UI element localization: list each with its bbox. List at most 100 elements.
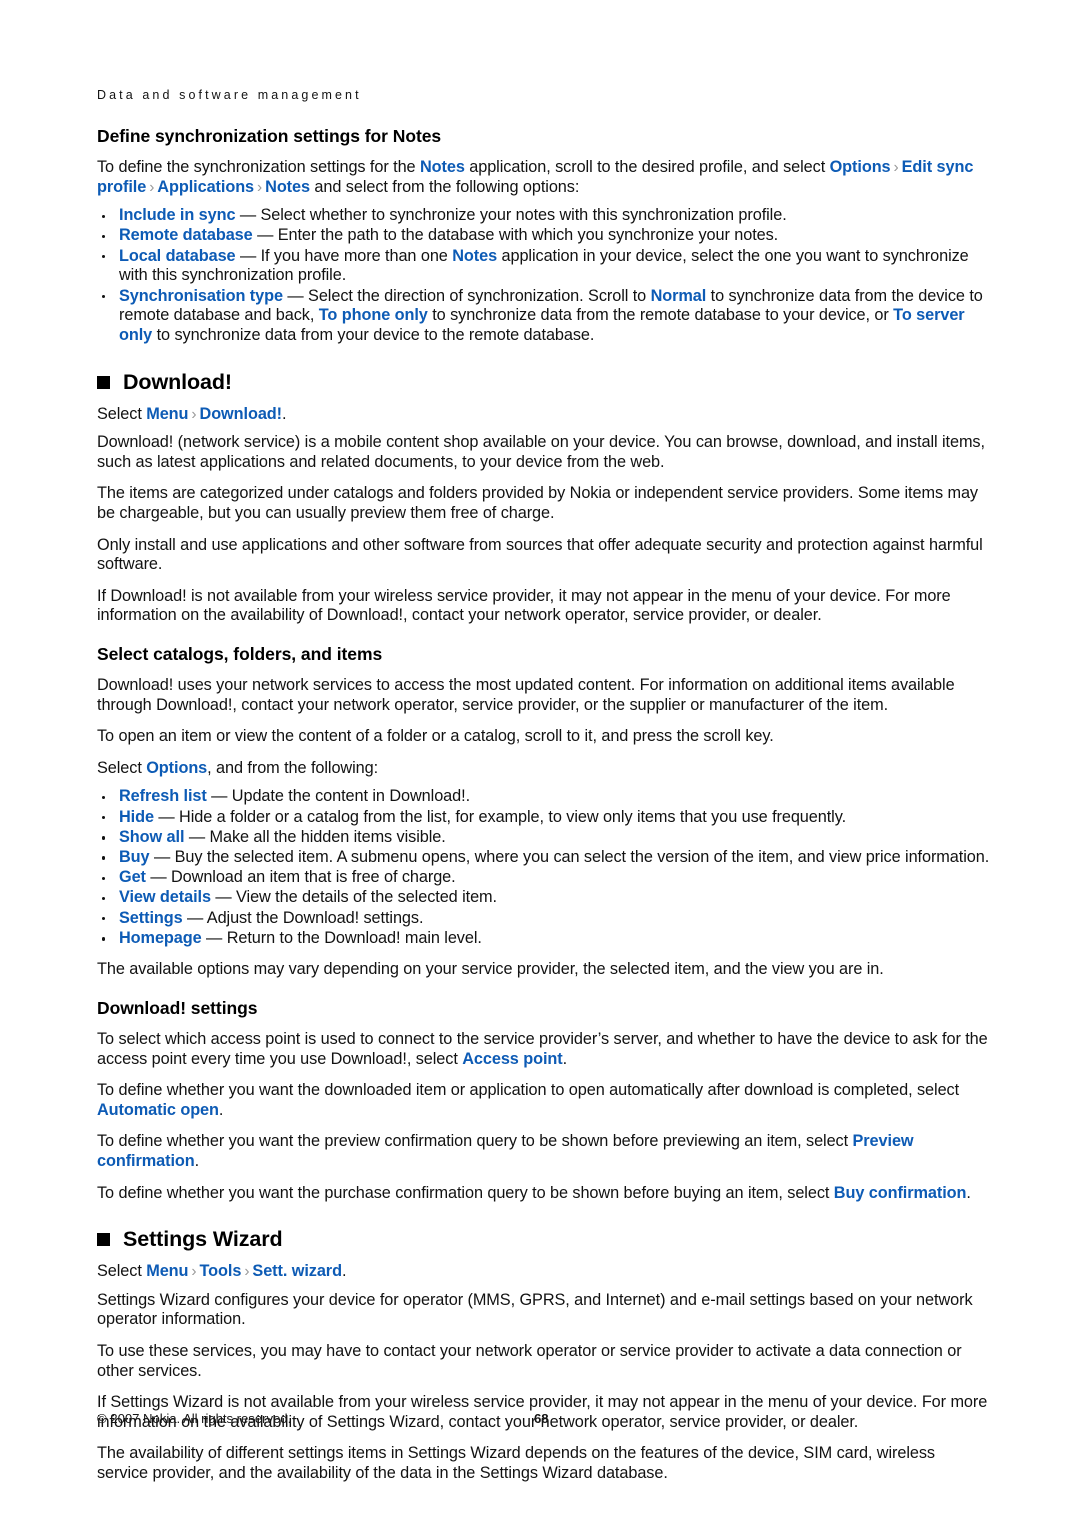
ui-term-settings: Settings: [119, 908, 183, 927]
chevron-right-icon: ›: [244, 1263, 250, 1281]
ui-term-access-point: Access point: [462, 1049, 563, 1068]
text-fragment: To define the synchronization settings f…: [97, 158, 420, 176]
copyright-notice: © 2007 Nokia. All rights reserved.: [97, 1411, 292, 1426]
paragraph-download-1: Download! (network service) is a mobile …: [97, 433, 985, 471]
ui-term-buy: Buy: [119, 847, 150, 866]
ui-term-homepage: Homepage: [119, 928, 202, 947]
list-item: Settings — Adjust the Download! settings…: [97, 909, 990, 929]
text-fragment: — Select whether to synchronize your not…: [235, 206, 787, 225]
square-bullet-icon: [97, 1233, 110, 1247]
list-item: Local database — If you have more than o…: [97, 247, 990, 286]
ui-term-options: Options: [829, 158, 891, 176]
ui-term-menu-2: Menu: [146, 1262, 189, 1281]
list-item: Hide — Hide a folder or a catalog from t…: [97, 808, 990, 828]
paragraph-download-4: If Download! is not available from your …: [97, 586, 951, 625]
paragraph-settings-wizard-1: Settings Wizard configures your device f…: [97, 1290, 973, 1329]
paragraph-preview-confirmation: To define whether you want the preview c…: [97, 1132, 990, 1171]
text-fragment: — Buy the selected item. A submenu opens…: [149, 847, 990, 866]
list-item: Refresh list — Update the content in Dow…: [97, 787, 990, 807]
paragraph-sync-intro: To define the synchronization settings f…: [97, 158, 990, 197]
text-fragment: Select: [97, 758, 147, 777]
text-fragment: — Select the direction of synchronizatio…: [282, 286, 651, 305]
square-bullet-icon: [97, 375, 110, 389]
text-fragment: .: [218, 1100, 224, 1119]
list-item: Show all — Make all the hidden items vis…: [97, 828, 990, 848]
ui-term-remote-database: Remote database: [119, 226, 253, 245]
heading-download: Download!: [97, 370, 990, 395]
text-fragment: To define whether you want the purchase …: [97, 1183, 834, 1202]
list-item: Synchronisation type — Select the direct…: [97, 287, 990, 346]
ui-term-get: Get: [119, 868, 146, 887]
text-fragment: , and from the following:: [207, 758, 379, 777]
heading-settings-wizard-label: Settings Wizard: [123, 1227, 283, 1252]
ui-term-options-2: Options: [146, 758, 208, 777]
ui-term-show-all: Show all: [119, 827, 185, 846]
ui-term-menu: Menu: [146, 404, 189, 423]
heading-define-sync-settings-notes: Define synchronization settings for Note…: [97, 126, 442, 146]
ui-term-include-in-sync: Include in sync: [119, 206, 236, 225]
running-header: Data and software management: [97, 88, 362, 102]
list-item: View details — View the details of the s…: [97, 888, 990, 908]
paragraph-download-select-path: Select Menu › Download!.: [97, 405, 990, 425]
document-page: Data and software management Define sync…: [0, 0, 1080, 1527]
heading-download-settings: Download! settings: [97, 998, 258, 1019]
text-fragment: — Adjust the Download! settings.: [182, 908, 424, 927]
ui-term-applications: Applications: [157, 177, 255, 196]
paragraph-download-3: Only install and use applications and ot…: [97, 535, 983, 574]
text-fragment: Select: [97, 1262, 147, 1281]
list-sync-options: Include in sync — Select whether to sync…: [97, 206, 990, 345]
page-number: 68: [534, 1411, 549, 1426]
text-fragment: — Hide a folder or a catalog from the li…: [153, 807, 847, 826]
ui-term-to-phone-only: To phone only: [318, 306, 428, 325]
ui-term-download: Download!: [199, 404, 283, 423]
ui-term-normal: Normal: [650, 286, 707, 305]
text-fragment: and select from the following options:: [309, 177, 580, 196]
list-item: Buy — Buy the selected item. A submenu o…: [97, 848, 990, 868]
ui-term-notes-3: Notes: [452, 246, 498, 265]
text-fragment: To define whether you want the preview c…: [97, 1132, 853, 1151]
ui-term-notes: Notes: [419, 158, 465, 176]
heading-settings-wizard: Settings Wizard: [97, 1227, 990, 1252]
list-item: Get — Download an item that is free of c…: [97, 868, 990, 888]
ui-term-local-database: Local database: [119, 246, 236, 265]
ui-term-synchronisation-type: Synchronisation type: [119, 286, 283, 305]
paragraph-select-options: Select Options, and from the following:: [97, 759, 990, 779]
text-fragment: .: [966, 1183, 971, 1202]
chevron-right-icon: ›: [191, 1263, 197, 1281]
ui-term-refresh-list: Refresh list: [119, 787, 207, 806]
chevron-right-icon: ›: [149, 178, 155, 196]
paragraph-catalogs-2: To open an item or view the content of a…: [97, 727, 774, 746]
heading-download-label: Download!: [123, 369, 232, 394]
paragraph-download-2: The items are categorized under catalogs…: [97, 484, 978, 522]
ui-term-buy-confirmation: Buy confirmation: [833, 1183, 967, 1202]
text-fragment: — Update the content in Download!.: [206, 787, 471, 806]
paragraph-settings-wizard-select-path: Select Menu › Tools › Sett. wizard.: [97, 1262, 990, 1282]
list-catalog-options: Refresh list — Update the content in Dow…: [97, 787, 990, 948]
chevron-right-icon: ›: [191, 405, 197, 423]
ui-term-hide: Hide: [119, 807, 154, 826]
text-fragment: .: [282, 404, 287, 423]
list-item: Homepage — Return to the Download! main …: [97, 929, 990, 949]
paragraph-catalogs-closing: The available options may vary depending…: [97, 960, 884, 979]
text-fragment: — Return to the Download! main level.: [201, 928, 482, 947]
ui-term-tools: Tools: [199, 1262, 242, 1281]
text-fragment: — View the details of the selected item.: [210, 888, 497, 907]
text-fragment: — Download an item that is free of charg…: [145, 868, 456, 887]
ui-term-sett-wizard: Sett. wizard: [252, 1262, 342, 1281]
heading-select-catalogs: Select catalogs, folders, and items: [97, 643, 383, 664]
text-fragment: application, scroll to the desired profi…: [464, 158, 830, 176]
paragraph-settings-wizard-4: The availability of different settings i…: [97, 1444, 935, 1482]
text-fragment: .: [194, 1152, 200, 1171]
paragraph-settings-wizard-2: To use these services, you may have to c…: [97, 1341, 962, 1380]
ui-term-automatic-open: Automatic open: [97, 1100, 219, 1119]
text-fragment: .: [562, 1049, 568, 1068]
list-item: Include in sync — Select whether to sync…: [97, 206, 990, 226]
text-fragment: to synchronize data from your device to …: [152, 325, 595, 344]
ui-term-notes-2: Notes: [265, 177, 310, 196]
text-fragment: — Enter the path to the database with wh…: [252, 226, 779, 245]
text-fragment: To define whether you want the downloade…: [97, 1081, 960, 1100]
paragraph-automatic-open: To define whether you want the downloade…: [97, 1081, 990, 1120]
paragraph-access-point: To select which access point is used to …: [97, 1030, 990, 1069]
paragraph-buy-confirmation: To define whether you want the purchase …: [97, 1184, 990, 1204]
text-fragment: — Make all the hidden items visible.: [184, 827, 446, 846]
